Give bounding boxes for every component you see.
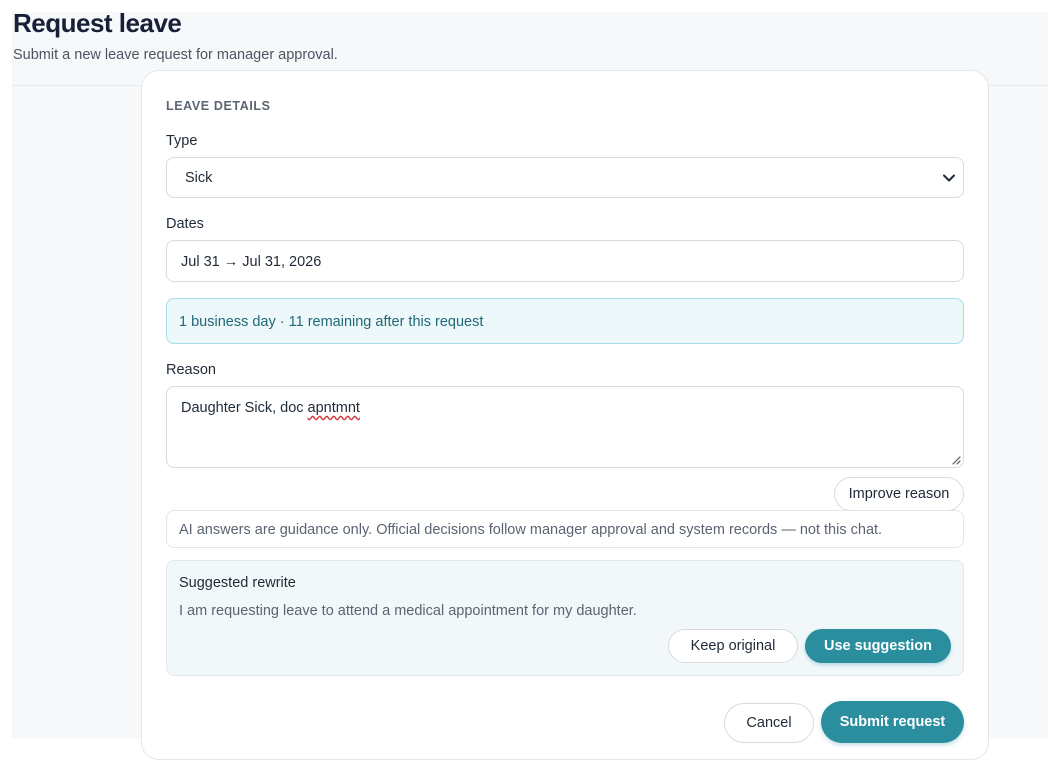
resize-handle-icon[interactable] [951, 455, 961, 465]
dates-input-value: Jul 31 → Jul 31, 2026 [181, 254, 322, 270]
leave-summary-banner: 1 business day · 11 remaining after this… [166, 298, 964, 344]
reason-textarea-value: Daughter Sick, doc apntmnt [181, 400, 360, 416]
suggested-rewrite-title: Suggested rewrite [179, 575, 296, 591]
suggested-rewrite-text: I am requesting leave to attend a medica… [179, 603, 637, 619]
section-title: LEAVE DETAILS [166, 99, 271, 113]
type-label: Type [166, 133, 198, 149]
type-select[interactable]: Sick [166, 157, 964, 198]
improve-reason-button[interactable]: Improve reason [834, 477, 964, 511]
reason-textarea[interactable]: Daughter Sick, doc apntmnt [166, 386, 964, 468]
ai-disclaimer: AI answers are guidance only. Official d… [166, 510, 964, 548]
misspelled-word: apntmnt [307, 400, 360, 416]
chevron-down-icon [943, 174, 955, 182]
keep-original-button[interactable]: Keep original [668, 629, 798, 663]
leave-form-card: LEAVE DETAILS Type Sick Dates Jul 31 → J… [141, 70, 989, 760]
type-select-value: Sick [185, 170, 213, 186]
cancel-button[interactable]: Cancel [724, 703, 814, 743]
page-title: Request leave [13, 8, 182, 38]
use-suggestion-button[interactable]: Use suggestion [805, 629, 951, 663]
leave-summary-text: 1 business day · 11 remaining after this… [179, 314, 484, 330]
reason-text: Daughter Sick, doc [181, 400, 308, 416]
submit-request-button[interactable]: Submit request [821, 701, 964, 743]
reason-label: Reason [166, 362, 216, 378]
dates-input[interactable]: Jul 31 → Jul 31, 2026 [166, 240, 964, 282]
ai-disclaimer-text: AI answers are guidance only. Official d… [179, 522, 883, 538]
suggested-rewrite-panel: Suggested rewrite I am requesting leave … [166, 560, 964, 676]
page-subtitle: Submit a new leave request for manager a… [13, 47, 338, 63]
dates-label: Dates [166, 216, 204, 232]
